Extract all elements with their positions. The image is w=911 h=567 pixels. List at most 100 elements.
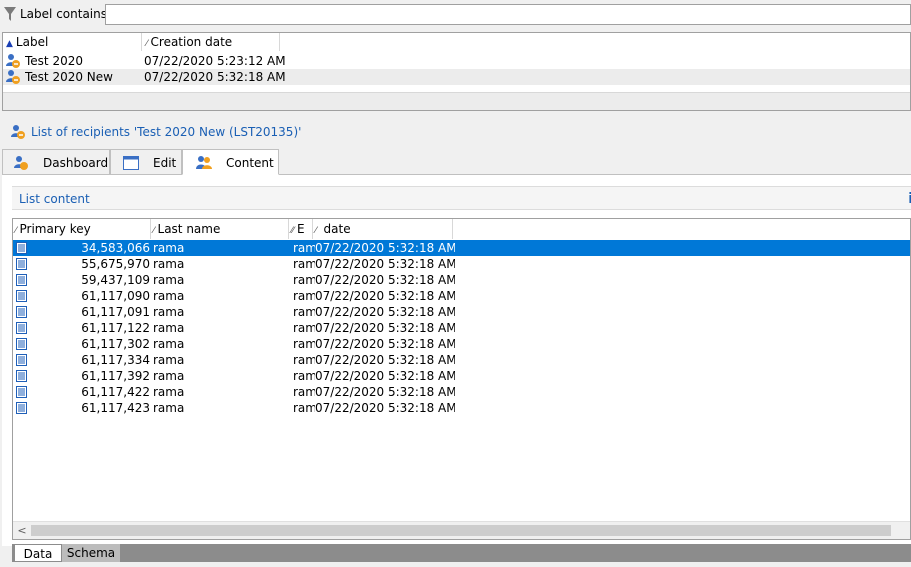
record-icon xyxy=(16,338,27,350)
record-icon xyxy=(16,402,27,414)
last-name-cell: rama xyxy=(153,369,185,383)
email-cell: ram xyxy=(293,289,315,303)
column-header-date[interactable]: ⁄ date xyxy=(313,219,453,239)
column-header-email[interactable]: ⁄⁄ E xyxy=(289,219,313,239)
table-row[interactable]: 61,117,423 rama ram 07/22/2020 5:32:18 AM xyxy=(13,400,910,416)
recipients-grid: ⁄ Primary key ⁄ Last name ⁄⁄ E ⁄ date 34,583… xyxy=(12,218,911,540)
table-row[interactable]: Test 2020 07/22/2020 5:23:12 AM xyxy=(3,53,910,69)
primary-key-cell: 61,117,090 xyxy=(81,289,150,303)
list-creation-date: 07/22/2020 5:23:12 AM xyxy=(144,54,286,68)
tab-dashboard-label: Dashboard xyxy=(43,156,109,170)
window-icon xyxy=(123,156,139,170)
table-row[interactable]: 61,117,392 rama ram 07/22/2020 5:32:18 AM xyxy=(13,368,910,384)
primary-key-cell: 61,117,122 xyxy=(81,321,150,335)
tab-edit[interactable]: Edit xyxy=(110,149,182,175)
email-cell: ram xyxy=(293,241,315,255)
filter-bar: Label contains: xyxy=(0,0,911,30)
list-footer xyxy=(3,92,910,110)
date-cell: 07/22/2020 5:32:18 AM xyxy=(315,337,455,351)
primary-key-cell: 34,583,066 xyxy=(81,241,150,255)
email-cell: ram xyxy=(293,337,315,351)
bottom-tab-bar: Data Schema xyxy=(12,544,911,562)
sort-indicator-icon: ⁄⁄ xyxy=(291,226,295,236)
column-header-primary-key-text: Primary key xyxy=(19,222,91,236)
date-cell: 07/22/2020 5:32:18 AM xyxy=(315,273,455,287)
label-contains-input[interactable] xyxy=(105,4,911,25)
record-icon xyxy=(16,290,27,302)
table-row[interactable]: 61,117,334 rama ram 07/22/2020 5:32:18 AM xyxy=(13,352,910,368)
list-content-header: List content i xyxy=(12,186,911,210)
email-cell: ram xyxy=(293,257,315,271)
column-header-label[interactable]: ▲ Label xyxy=(3,33,142,51)
lists-table: ▲ Label ⁄ Creation date Test 2020 07/22/20… xyxy=(2,32,911,111)
record-icon xyxy=(16,306,27,318)
email-cell: ram xyxy=(293,385,315,399)
table-row[interactable]: 61,117,122 rama ram 07/22/2020 5:32:18 AM xyxy=(13,320,910,336)
column-header-primary-key[interactable]: ⁄ Primary key xyxy=(13,219,151,239)
date-cell: 07/22/2020 5:32:18 AM xyxy=(315,289,455,303)
table-row[interactable]: 61,117,302 rama ram 07/22/2020 5:32:18 AM xyxy=(13,336,910,352)
recipient-list-icon xyxy=(5,53,21,69)
horizontal-scrollbar[interactable]: < xyxy=(13,521,910,539)
tab-data[interactable]: Data xyxy=(14,544,62,562)
table-row[interactable]: Test 2020 New 07/22/2020 5:32:18 AM xyxy=(3,69,910,85)
table-row[interactable]: 34,583,066 rama ram 07/22/2020 5:32:18 AM xyxy=(13,240,910,256)
last-name-cell: rama xyxy=(153,401,185,415)
table-row[interactable]: 59,437,109 rama ram 07/22/2020 5:32:18 AM xyxy=(13,272,910,288)
scroll-left-icon[interactable]: < xyxy=(15,522,29,539)
list-label: Test 2020 xyxy=(25,54,83,68)
tab-dashboard[interactable]: Dashboard xyxy=(2,149,110,175)
people-icon xyxy=(195,155,213,171)
recipients-title-text: List of recipients 'Test 2020 New (LST20… xyxy=(31,125,302,139)
funnel-icon xyxy=(4,6,16,22)
date-cell: 07/22/2020 5:32:18 AM xyxy=(315,241,455,255)
primary-key-cell: 61,117,334 xyxy=(81,353,150,367)
primary-key-cell: 61,117,422 xyxy=(81,385,150,399)
table-row[interactable]: 61,117,422 rama ram 07/22/2020 5:32:18 AM xyxy=(13,384,910,400)
sort-indicator-icon: ⁄ xyxy=(153,226,155,236)
tab-edit-label: Edit xyxy=(153,156,177,170)
last-name-cell: rama xyxy=(153,321,185,335)
email-cell: ram xyxy=(293,321,315,335)
email-cell: ram xyxy=(293,401,315,415)
last-name-cell: rama xyxy=(153,385,185,399)
list-content-label: List content xyxy=(19,192,90,206)
record-icon xyxy=(16,242,27,254)
date-cell: 07/22/2020 5:32:18 AM xyxy=(315,369,455,383)
last-name-cell: rama xyxy=(153,241,185,255)
recipients-icon xyxy=(13,155,29,171)
record-icon xyxy=(16,258,27,270)
column-header-date-text: date xyxy=(323,222,351,236)
date-cell: 07/22/2020 5:32:18 AM xyxy=(315,305,455,319)
date-cell: 07/22/2020 5:32:18 AM xyxy=(315,257,455,271)
last-name-cell: rama xyxy=(153,353,185,367)
table-row[interactable]: 61,117,091 rama ram 07/22/2020 5:32:18 AM xyxy=(13,304,910,320)
tab-content[interactable]: Content xyxy=(182,149,279,175)
list-creation-date: 07/22/2020 5:32:18 AM xyxy=(144,70,286,84)
primary-key-cell: 61,117,423 xyxy=(81,401,150,415)
record-icon xyxy=(16,274,27,286)
list-label: Test 2020 New xyxy=(25,70,113,84)
primary-key-cell: 61,117,302 xyxy=(81,337,150,351)
table-row[interactable]: 55,675,970 rama ram 07/22/2020 5:32:18 AM xyxy=(13,256,910,272)
sort-indicator-icon: ⁄ xyxy=(15,226,17,236)
column-header-creation-date-text: Creation date xyxy=(150,35,233,49)
column-header-label-text: Label xyxy=(15,35,49,49)
primary-key-cell: 61,117,392 xyxy=(81,369,150,383)
tab-schema[interactable]: Schema xyxy=(62,544,120,562)
column-header-creation-date[interactable]: ⁄ Creation date xyxy=(142,33,280,51)
last-name-cell: rama xyxy=(153,257,185,271)
sort-ascending-icon: ▲ xyxy=(6,39,13,49)
table-row[interactable]: 61,117,090 rama ram 07/22/2020 5:32:18 AM xyxy=(13,288,910,304)
column-header-last-name[interactable]: ⁄ Last name xyxy=(151,219,289,239)
sort-indicator-icon: ⁄ xyxy=(146,39,148,49)
date-cell: 07/22/2020 5:32:18 AM xyxy=(315,353,455,367)
record-icon xyxy=(16,322,27,334)
primary-key-cell: 59,437,109 xyxy=(81,273,150,287)
primary-key-cell: 55,675,970 xyxy=(81,257,150,271)
email-cell: ram xyxy=(293,305,315,319)
email-cell: ram xyxy=(293,353,315,367)
scrollbar-thumb[interactable] xyxy=(31,525,891,536)
record-icon xyxy=(16,354,27,366)
last-name-cell: rama xyxy=(153,273,185,287)
